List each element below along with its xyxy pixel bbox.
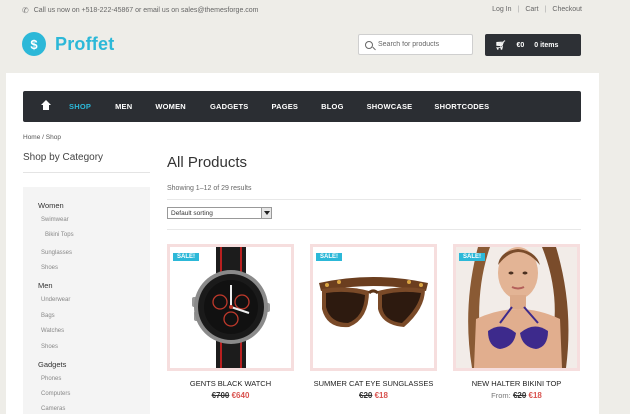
- category-men[interactable]: Men: [38, 281, 53, 290]
- category-shoes-men[interactable]: Shoes: [41, 344, 58, 350]
- product-price: €700 €640: [167, 391, 294, 400]
- nav-item-shortcodes[interactable]: SHORTCODES: [434, 102, 489, 111]
- product-name[interactable]: SUMMER CAT EYE SUNGLASSES: [310, 379, 437, 388]
- category-cameras[interactable]: Cameras: [41, 406, 65, 412]
- category-computers[interactable]: Computers: [41, 391, 70, 397]
- model-bikini-image: [456, 247, 577, 368]
- breadcrumb[interactable]: Home / Shop: [23, 134, 61, 141]
- contact-text: Call us now on +518-222-45867 or email u…: [33, 7, 259, 14]
- cart-button[interactable]: 🛒︎ €0 0 items: [485, 34, 581, 56]
- old-price: €20: [359, 391, 373, 400]
- sort-select[interactable]: Default sorting: [167, 207, 272, 219]
- login-link[interactable]: Log In: [492, 6, 511, 13]
- contact-info: ✆ Call us now on +518-222-45867 or email…: [22, 6, 259, 15]
- sale-price: €18: [528, 391, 542, 400]
- old-price: €20: [512, 391, 527, 400]
- product-name[interactable]: GENTS BLACK WATCH: [167, 379, 294, 388]
- nav-home[interactable]: [35, 99, 57, 111]
- category-underwear[interactable]: Underwear: [41, 297, 70, 303]
- category-list: Women Swimwear Bikini Tops Sunglasses Sh…: [23, 187, 150, 414]
- nav-item-pages[interactable]: PAGES: [271, 102, 298, 111]
- site-logo[interactable]: $ Proffet: [22, 32, 114, 56]
- cart-icon: 🛒︎: [495, 39, 507, 50]
- product-card[interactable]: SALE! SUMMER CAT EYE SUNGLASSES €20 €18: [310, 244, 437, 400]
- watch-image: [192, 247, 270, 368]
- category-women[interactable]: Women: [38, 201, 64, 210]
- search-icon: [365, 40, 373, 49]
- sunglasses-image: [319, 277, 428, 328]
- sale-price: €640: [231, 391, 250, 400]
- category-gadgets[interactable]: Gadgets: [38, 360, 66, 369]
- chevron-down-icon[interactable]: [261, 208, 271, 218]
- cart-items: 0 items: [534, 41, 559, 49]
- cart-total: €0: [516, 41, 525, 49]
- product-image-frame[interactable]: SALE!: [310, 244, 437, 371]
- nav-item-showcase[interactable]: SHOWCASE: [367, 102, 413, 111]
- category-shoes-women[interactable]: Shoes: [41, 265, 58, 271]
- category-bikini-tops[interactable]: Bikini Tops: [45, 232, 74, 238]
- sidebar-title: Shop by Category: [23, 152, 104, 163]
- product-card[interactable]: SALE! NEW HALTER BIKINI TOP From: €20 €1…: [453, 244, 580, 400]
- search-input[interactable]: [378, 41, 468, 48]
- main-nav: SHOP MEN WOMEN GADGETS PAGES BLOG SHOWCA…: [23, 91, 581, 122]
- top-bar: ✆ Call us now on +518-222-45867 or email…: [0, 0, 630, 22]
- divider: [167, 199, 581, 200]
- nav-item-gadgets[interactable]: GADGETS: [210, 102, 249, 111]
- sale-badge: SALE!: [459, 253, 485, 261]
- page-title: All Products: [167, 154, 248, 171]
- category-bags[interactable]: Bags: [41, 313, 55, 319]
- sale-badge: SALE!: [173, 253, 199, 261]
- link-separator: |: [517, 6, 520, 13]
- nav-item-blog[interactable]: BLOG: [321, 102, 343, 111]
- price-from-label: From:: [491, 391, 511, 400]
- phone-icon: ✆: [22, 6, 29, 15]
- nav-item-men[interactable]: MEN: [115, 102, 132, 111]
- nav-item-shop[interactable]: SHOP: [69, 102, 91, 111]
- category-swimwear[interactable]: Swimwear: [41, 217, 69, 223]
- result-count: Showing 1–12 of 29 results: [167, 185, 252, 192]
- product-image-frame[interactable]: SALE!: [167, 244, 294, 371]
- home-icon: [40, 99, 51, 111]
- search-box: [358, 34, 473, 55]
- sale-price: €18: [374, 391, 388, 400]
- sort-selected-value: Default sorting: [171, 209, 213, 217]
- divider: [167, 229, 581, 230]
- dollar-icon: $: [22, 32, 46, 56]
- product-card[interactable]: SALE! GENTS BLACK WATCH €700 €640: [167, 244, 294, 400]
- product-price: From: €20 €18: [453, 391, 580, 400]
- product-price: €20 €18: [310, 391, 437, 400]
- product-image-frame[interactable]: SALE!: [453, 244, 580, 371]
- link-separator: |: [544, 6, 547, 13]
- sale-badge: SALE!: [316, 253, 342, 261]
- old-price: €700: [211, 391, 230, 400]
- checkout-link[interactable]: Checkout: [552, 6, 582, 13]
- account-links: Log In | Cart | Checkout: [492, 6, 582, 13]
- product-name[interactable]: NEW HALTER BIKINI TOP: [453, 379, 580, 388]
- sidebar-divider: [23, 172, 150, 173]
- category-watches[interactable]: Watches: [41, 328, 64, 334]
- category-sunglasses[interactable]: Sunglasses: [41, 250, 72, 256]
- category-phones[interactable]: Phones: [41, 376, 61, 382]
- nav-item-women[interactable]: WOMEN: [155, 102, 186, 111]
- cart-link[interactable]: Cart: [525, 6, 538, 13]
- logo-text: Proffet: [55, 33, 115, 54]
